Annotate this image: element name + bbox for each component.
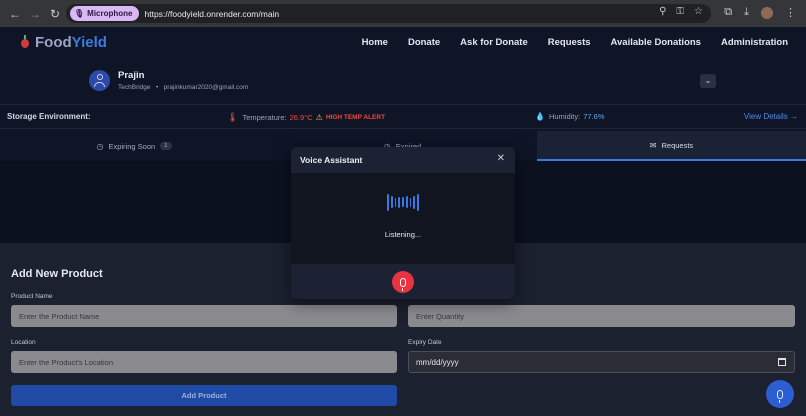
tab-expiring-soon[interactable]: ◷ Expiring Soon 1: [0, 131, 268, 161]
thermometer-icon: 🌡: [227, 112, 239, 122]
voice-assistant-modal: Voice Assistant ✕ Listening...: [291, 147, 515, 299]
extensions-icon[interactable]: ⧉: [724, 6, 732, 19]
url-text[interactable]: https://foodyield.onrender.com/main: [145, 9, 280, 19]
nav-donate[interactable]: Donate: [408, 37, 440, 48]
product-name-label: Product Name: [11, 293, 53, 300]
modal-body: Listening...: [291, 173, 515, 264]
separator-dot: •: [152, 84, 162, 91]
reload-icon[interactable]: ↻: [48, 7, 62, 21]
forward-icon[interactable]: →: [28, 7, 42, 21]
tab-count-badge: 1: [160, 142, 172, 150]
calendar-icon[interactable]: [778, 358, 786, 366]
temperature-value: 26.9°C: [289, 113, 313, 122]
close-icon[interactable]: ✕: [497, 154, 505, 164]
brand-logo[interactable]: Food Yield: [20, 34, 107, 51]
droplet-icon: 💧: [535, 112, 545, 121]
back-icon[interactable]: ←: [8, 7, 22, 21]
listening-status: Listening...: [384, 230, 422, 239]
microphone-icon: 🎙: [74, 9, 85, 18]
brand-name-yield: Yield: [71, 34, 107, 51]
expiry-date-label: Expiry Date: [408, 339, 442, 346]
temperature-readout: 🌡 Temperature: 26.9°C ⚠ HIGH TEMP ALERT: [227, 112, 385, 123]
brand-name-food: Food: [35, 34, 72, 51]
main-nav: Home Donate Ask for Donate Requests Avai…: [362, 37, 788, 48]
view-details-link[interactable]: View Details →: [744, 112, 798, 121]
humidity-value: 77.6%: [583, 112, 605, 121]
user-meta: TechBridge • prajinkumar2020@gmail.com: [118, 84, 248, 91]
nav-home[interactable]: Home: [362, 37, 388, 48]
modal-header: Voice Assistant: [291, 147, 515, 173]
audio-waveform-icon: [387, 193, 420, 211]
humidity-label: Humidity:: [548, 112, 581, 121]
tab-requests[interactable]: ✉ Requests: [537, 131, 806, 161]
form-title: Add New Product: [11, 268, 103, 280]
tab-label: Requests: [661, 140, 694, 150]
profile-avatar-icon[interactable]: [761, 6, 773, 19]
menu-kebab-icon[interactable]: ⋮: [785, 6, 796, 19]
expiry-date-input[interactable]: mm/dd/yyyy: [408, 351, 795, 373]
nav-ask-for-donate[interactable]: Ask for Donate: [460, 37, 528, 48]
chevron-down-icon[interactable]: ⌄: [700, 74, 716, 88]
nav-requests[interactable]: Requests: [548, 37, 591, 48]
microphone-icon: [400, 277, 406, 291]
address-bar[interactable]: 🎙 Microphone https://foodyield.onrender.…: [66, 4, 711, 23]
microphone-permission-chip[interactable]: 🎙 Microphone: [70, 6, 139, 21]
mic-chip-label: Microphone: [87, 9, 133, 18]
quantity-input[interactable]: Enter Quantity: [408, 305, 795, 327]
bookmark-star-icon[interactable]: ☆: [694, 6, 703, 17]
browser-toolbar: ← → ↻ 🎙 Microphone https://foodyield.onr…: [0, 0, 806, 27]
clock-icon: ◷: [96, 141, 104, 151]
envelope-icon: ✉: [649, 140, 657, 150]
storage-environment-bar: Storage Environment: 🌡 Temperature: 26.9…: [0, 104, 806, 129]
warning-icon: ⚠: [315, 113, 323, 122]
humidity-readout: 💧 Humidity: 77.6%: [535, 112, 605, 121]
tab-label: Expiring Soon: [108, 141, 156, 151]
user-email: prajinkumar2020@gmail.com: [163, 84, 249, 91]
stop-listening-button[interactable]: [392, 271, 414, 293]
voice-assistant-button[interactable]: [766, 380, 794, 408]
user-org: TechBridge: [118, 84, 151, 91]
location-input[interactable]: Enter the Product's Location: [11, 351, 397, 373]
product-name-input[interactable]: Enter the Product Name: [11, 305, 397, 327]
location-label: Location: [11, 339, 36, 346]
nav-administration[interactable]: Administration: [721, 37, 788, 48]
download-icon[interactable]: ⤓: [744, 6, 749, 19]
nav-available-donations[interactable]: Available Donations: [611, 37, 701, 48]
user-avatar-icon: [89, 70, 110, 91]
expiry-date-value: mm/dd/yyyy: [416, 357, 459, 367]
modal-title: Voice Assistant: [300, 155, 363, 165]
add-product-button[interactable]: Add Product: [11, 385, 397, 406]
user-name: Prajin: [118, 70, 145, 81]
storage-label: Storage Environment:: [7, 112, 91, 121]
tomato-icon: [20, 34, 30, 51]
zoom-icon[interactable]: ⚲: [659, 6, 666, 17]
password-key-icon[interactable]: ⚿: [676, 6, 684, 17]
microphone-icon: [777, 389, 783, 403]
temperature-label: Temperature:: [242, 113, 287, 122]
temperature-alert: HIGH TEMP ALERT: [325, 114, 386, 121]
